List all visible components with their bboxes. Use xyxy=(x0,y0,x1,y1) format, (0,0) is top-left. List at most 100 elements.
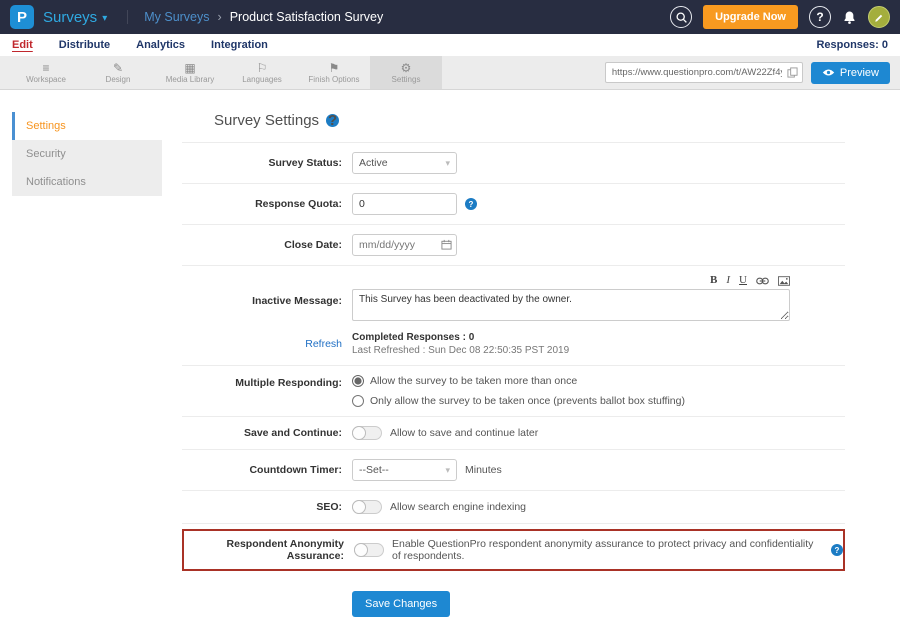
response-quota-row: Response Quota: ? xyxy=(182,184,845,225)
workspace-icon: ≡ xyxy=(42,62,49,74)
inactive-message-textarea[interactable]: This Survey has been deactivated by the … xyxy=(352,289,790,321)
refresh-link[interactable]: Refresh xyxy=(305,338,342,350)
radio-option-once-only[interactable]: Only allow the survey to be taken once (… xyxy=(352,395,685,407)
anonymity-row-highlighted: Respondent Anonymity Assurance: Enable Q… xyxy=(182,529,845,571)
notifications-button[interactable] xyxy=(842,10,857,25)
tab-analytics[interactable]: Analytics xyxy=(136,39,185,51)
questionpro-logo[interactable]: P xyxy=(10,5,34,29)
seo-toggle[interactable] xyxy=(352,500,382,514)
close-date-row: Close Date: xyxy=(182,225,845,266)
save-continue-row: Save and Continue: Allow to save and con… xyxy=(182,417,845,450)
save-row: Save Changes xyxy=(182,576,845,617)
upgrade-now-button[interactable]: Upgrade Now xyxy=(703,5,798,29)
survey-settings-help-icon[interactable]: ? xyxy=(326,114,339,127)
settings-gear-icon: ⚙ xyxy=(401,62,412,74)
calendar-icon[interactable] xyxy=(441,239,452,250)
quick-edit-button[interactable] xyxy=(868,6,890,28)
content-area: Settings Security Notifications Survey S… xyxy=(0,90,900,632)
toolbar-item-settings[interactable]: ⚙ Settings xyxy=(370,56,442,89)
pencil-icon xyxy=(874,12,885,23)
radio-multiple-times[interactable] xyxy=(352,375,364,387)
settings-sidebar: Settings Security Notifications xyxy=(12,112,162,196)
bell-icon xyxy=(842,10,857,25)
topbar-actions: Upgrade Now ? xyxy=(670,5,890,29)
message-editor-toolbar: B I U xyxy=(352,275,790,286)
survey-status-select[interactable]: Active ▾ xyxy=(352,152,457,174)
copy-url-icon[interactable] xyxy=(787,67,798,78)
countdown-timer-select[interactable]: --Set-- ▾ xyxy=(352,459,457,481)
search-button[interactable] xyxy=(670,6,692,28)
toolbar-item-finish-options[interactable]: ⚑ Finish Options xyxy=(298,56,370,89)
sidebar-item-settings[interactable]: Settings xyxy=(12,112,162,140)
seo-description: Allow search engine indexing xyxy=(390,501,526,513)
save-continue-description: Allow to save and continue later xyxy=(390,427,538,439)
anonymity-toggle[interactable] xyxy=(354,543,384,557)
save-changes-button[interactable]: Save Changes xyxy=(352,591,450,617)
chevron-down-icon: ▾ xyxy=(445,465,450,476)
response-quota-help-icon[interactable]: ? xyxy=(465,198,477,210)
save-continue-toggle[interactable] xyxy=(352,426,382,440)
breadcrumb-separator: › xyxy=(218,10,222,24)
seo-label: SEO: xyxy=(182,501,352,513)
survey-url-wrap xyxy=(605,62,803,83)
breadcrumb: My Surveys › Product Satisfaction Survey xyxy=(127,10,383,24)
search-icon xyxy=(675,11,688,24)
response-quota-input[interactable] xyxy=(352,193,457,215)
last-refreshed-text: Last Refreshed : Sun Dec 08 22:50:35 PST… xyxy=(352,345,569,356)
anonymity-description: Enable QuestionPro respondent anonymity … xyxy=(392,538,823,562)
completed-responses-text: Completed Responses : 0 xyxy=(352,332,569,343)
sidebar-item-security[interactable]: Security xyxy=(12,140,162,168)
radio-once-only[interactable] xyxy=(352,395,364,407)
image-icon[interactable] xyxy=(778,276,790,286)
survey-status-row: Survey Status: Active ▾ xyxy=(182,143,845,184)
seo-row: SEO: Allow search engine indexing xyxy=(182,491,845,524)
responses-count: Responses: 0 xyxy=(816,39,888,51)
topbar: P Surveys ▾ My Surveys › Product Satisfa… xyxy=(0,0,900,34)
save-continue-label: Save and Continue: xyxy=(182,427,352,439)
finish-options-icon: ⚑ xyxy=(329,62,340,74)
toolbar-item-design[interactable]: ✎ Design xyxy=(82,56,154,89)
toolbar-item-languages[interactable]: ⚐ Languages xyxy=(226,56,298,89)
page-title-row: Survey Settings ? xyxy=(182,110,845,143)
chevron-down-icon: ▾ xyxy=(445,158,450,169)
media-library-icon: ▦ xyxy=(184,62,195,74)
inactive-message-row: Inactive Message: B I U This Survey has … xyxy=(182,266,845,366)
radio-option-multiple-times[interactable]: Allow the survey to be taken more than o… xyxy=(352,375,685,387)
surveys-menu[interactable]: Surveys ▾ xyxy=(43,9,107,26)
breadcrumb-my-surveys[interactable]: My Surveys xyxy=(144,10,209,24)
page-title: Survey Settings xyxy=(214,112,319,129)
response-quota-label: Response Quota: xyxy=(182,198,352,210)
toolbar-item-workspace[interactable]: ≡ Workspace xyxy=(10,56,82,89)
countdown-minutes-label: Minutes xyxy=(465,464,502,476)
tab-distribute[interactable]: Distribute xyxy=(59,39,110,51)
survey-url-input[interactable] xyxy=(605,62,803,83)
inactive-message-label: Inactive Message: xyxy=(182,295,352,307)
close-date-label: Close Date: xyxy=(182,239,352,251)
languages-icon: ⚐ xyxy=(257,62,268,74)
underline-icon[interactable]: U xyxy=(739,275,747,286)
bold-icon[interactable]: B xyxy=(710,275,717,286)
multiple-responding-row: Multiple Responding: Allow the survey to… xyxy=(182,366,845,417)
anonymity-help-icon[interactable]: ? xyxy=(831,544,843,556)
survey-status-label: Survey Status: xyxy=(182,157,352,169)
logo-letter: P xyxy=(17,9,27,26)
main-tabbar: Edit Distribute Analytics Integration Re… xyxy=(0,34,900,56)
breadcrumb-survey-name: Product Satisfaction Survey xyxy=(230,10,384,24)
tab-edit[interactable]: Edit xyxy=(12,39,33,51)
eye-icon xyxy=(822,68,835,77)
preview-button[interactable]: Preview xyxy=(811,62,890,84)
settings-panel: Survey Settings ? Survey Status: Active … xyxy=(162,90,900,617)
italic-icon[interactable]: I xyxy=(726,275,730,286)
help-button[interactable]: ? xyxy=(809,6,831,28)
countdown-timer-label: Countdown Timer: xyxy=(182,464,352,476)
multiple-responding-label: Multiple Responding: xyxy=(182,375,352,389)
link-icon[interactable] xyxy=(756,277,769,285)
design-icon: ✎ xyxy=(113,62,123,74)
sidebar-item-notifications[interactable]: Notifications xyxy=(12,168,162,196)
toolbar-item-media-library[interactable]: ▦ Media Library xyxy=(154,56,226,89)
question-mark-icon: ? xyxy=(816,10,823,24)
tab-integration[interactable]: Integration xyxy=(211,39,268,51)
surveys-menu-label: Surveys xyxy=(43,9,97,26)
countdown-timer-row: Countdown Timer: --Set-- ▾ Minutes xyxy=(182,450,845,491)
chevron-down-icon: ▾ xyxy=(102,13,107,24)
